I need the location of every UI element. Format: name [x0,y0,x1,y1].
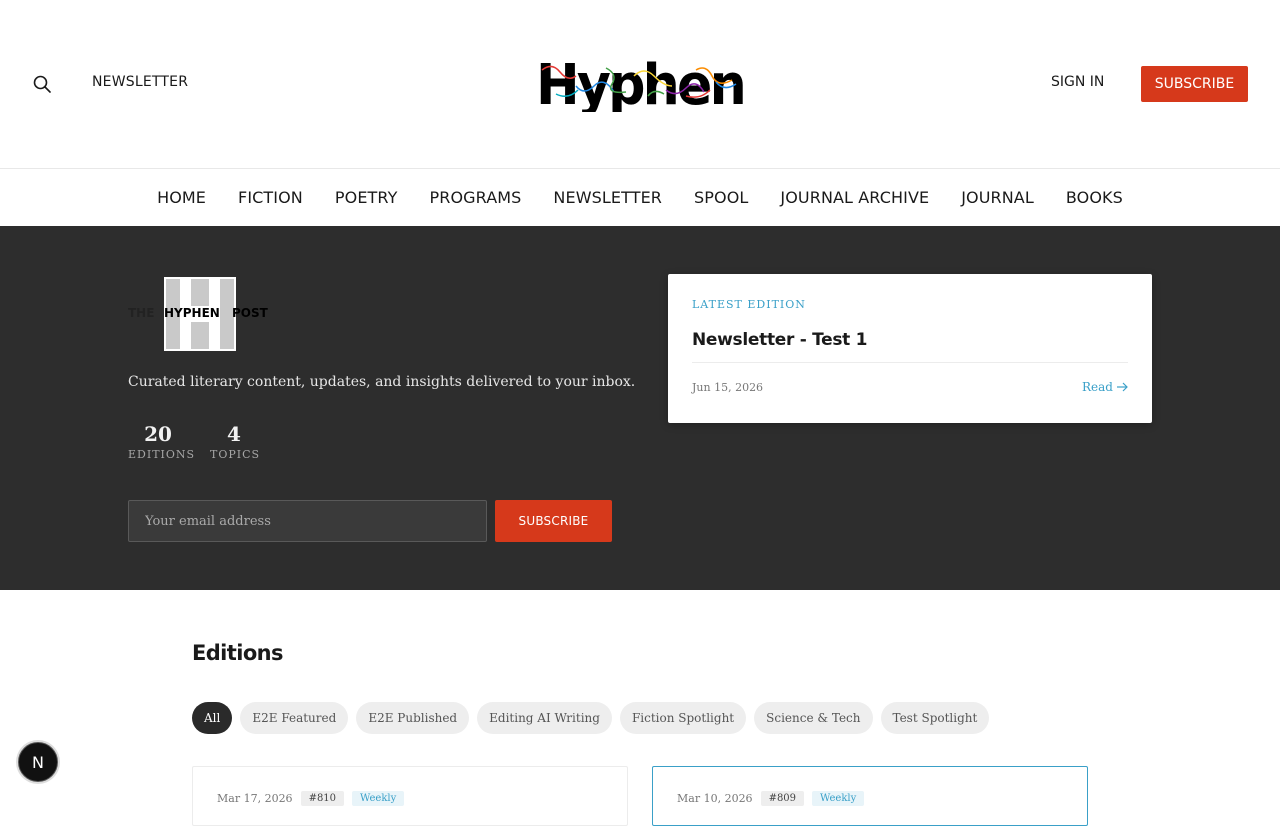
stat-label: TOPICS [210,448,261,461]
filter-chip-science-tech[interactable]: Science & Tech [754,702,873,734]
filter-chip-e2e-published[interactable]: E2E Published [356,702,470,734]
divider [692,362,1128,363]
main-nav: HOME FICTION POETRY PROGRAMS NEWSLETTER … [0,168,1280,226]
stat-topics: 4 TOPICS [210,422,261,461]
latest-edition-date: Jun 15, 2026 [692,381,764,394]
stat-value: 20 [144,422,172,446]
stat-value: 4 [227,422,241,446]
nav-item-fiction[interactable]: FICTION [238,188,303,207]
arrow-right-icon [1117,382,1128,392]
filter-chip-all[interactable]: All [192,702,233,734]
search-icon[interactable] [30,72,54,96]
edition-card[interactable]: Mar 17, 2026 #810 Weekly [192,766,628,826]
edition-meta: Mar 10, 2026 #809 Weekly [677,791,865,806]
latest-edition-label: LATEST EDITION [692,298,806,311]
nav-item-programs[interactable]: PROGRAMS [429,188,521,207]
hyphen-logo[interactable]: Hyphen [536,53,747,118]
nav-item-newsletter[interactable]: NEWSLETTER [553,188,662,207]
latest-edition-title[interactable]: Newsletter - Test 1 [692,330,867,350]
edition-date: Mar 17, 2026 [217,792,293,805]
header-subscribe-button[interactable]: SUBSCRIBE [1141,66,1248,102]
latest-edition-card[interactable]: LATEST EDITION Newsletter - Test 1 Jun 1… [668,274,1152,423]
hyphen-post-logo: THE HYPHEN POST [128,276,274,352]
newsletter-hero: THE HYPHEN POST Curated literary content… [0,226,1280,590]
header-newsletter-link[interactable]: NEWSLETTER [92,74,188,90]
nav-item-journal-archive[interactable]: JOURNAL ARCHIVE [780,188,929,207]
edition-tag: Weekly [352,791,405,806]
filter-chip-test-spotlight[interactable]: Test Spotlight [880,702,990,734]
post-logo-post: POST [232,306,269,320]
filter-chip-e2e-featured[interactable]: E2E Featured [240,702,349,734]
hero-subscribe-button[interactable]: SUBSCRIBE [495,500,612,542]
n-logo-badge[interactable]: N [18,742,58,782]
nav-item-books[interactable]: BOOKS [1066,188,1123,207]
edition-tag: Weekly [812,791,865,806]
edition-number: #809 [760,791,805,806]
nav-item-poetry[interactable]: POETRY [335,188,398,207]
post-logo-the: THE [128,306,154,320]
topic-filters: All E2E Featured E2E Published Editing A… [192,702,990,734]
editions-heading: Editions [192,641,283,665]
read-link-label: Read [1082,380,1113,394]
email-input[interactable] [128,500,487,542]
stat-editions: 20 EDITIONS [128,422,196,461]
newsletter-tagline: Curated literary content, updates, and i… [128,374,636,390]
nav-item-journal[interactable]: JOURNAL [961,188,1034,207]
nav-item-spool[interactable]: SPOOL [694,188,748,207]
filter-chip-fiction-spotlight[interactable]: Fiction Spotlight [619,702,747,734]
edition-meta: Mar 17, 2026 #810 Weekly [217,791,405,806]
edition-date: Mar 10, 2026 [677,792,753,805]
stat-label: EDITIONS [128,448,196,461]
logo-wordmark: Hyphen [536,56,744,112]
post-logo-hyphen: HYPHEN [164,306,220,320]
sign-in-link[interactable]: SIGN IN [1051,74,1104,90]
edition-number: #810 [300,791,345,806]
nav-item-home[interactable]: HOME [157,188,206,207]
read-link[interactable]: Read [1082,380,1128,394]
filter-chip-editing-ai-writing[interactable]: Editing AI Writing [477,702,612,734]
edition-card[interactable]: Mar 10, 2026 #809 Weekly [652,766,1088,826]
site-header: NEWSLETTER Hyphen SIGN IN SUBSCRIBE [0,0,1280,168]
